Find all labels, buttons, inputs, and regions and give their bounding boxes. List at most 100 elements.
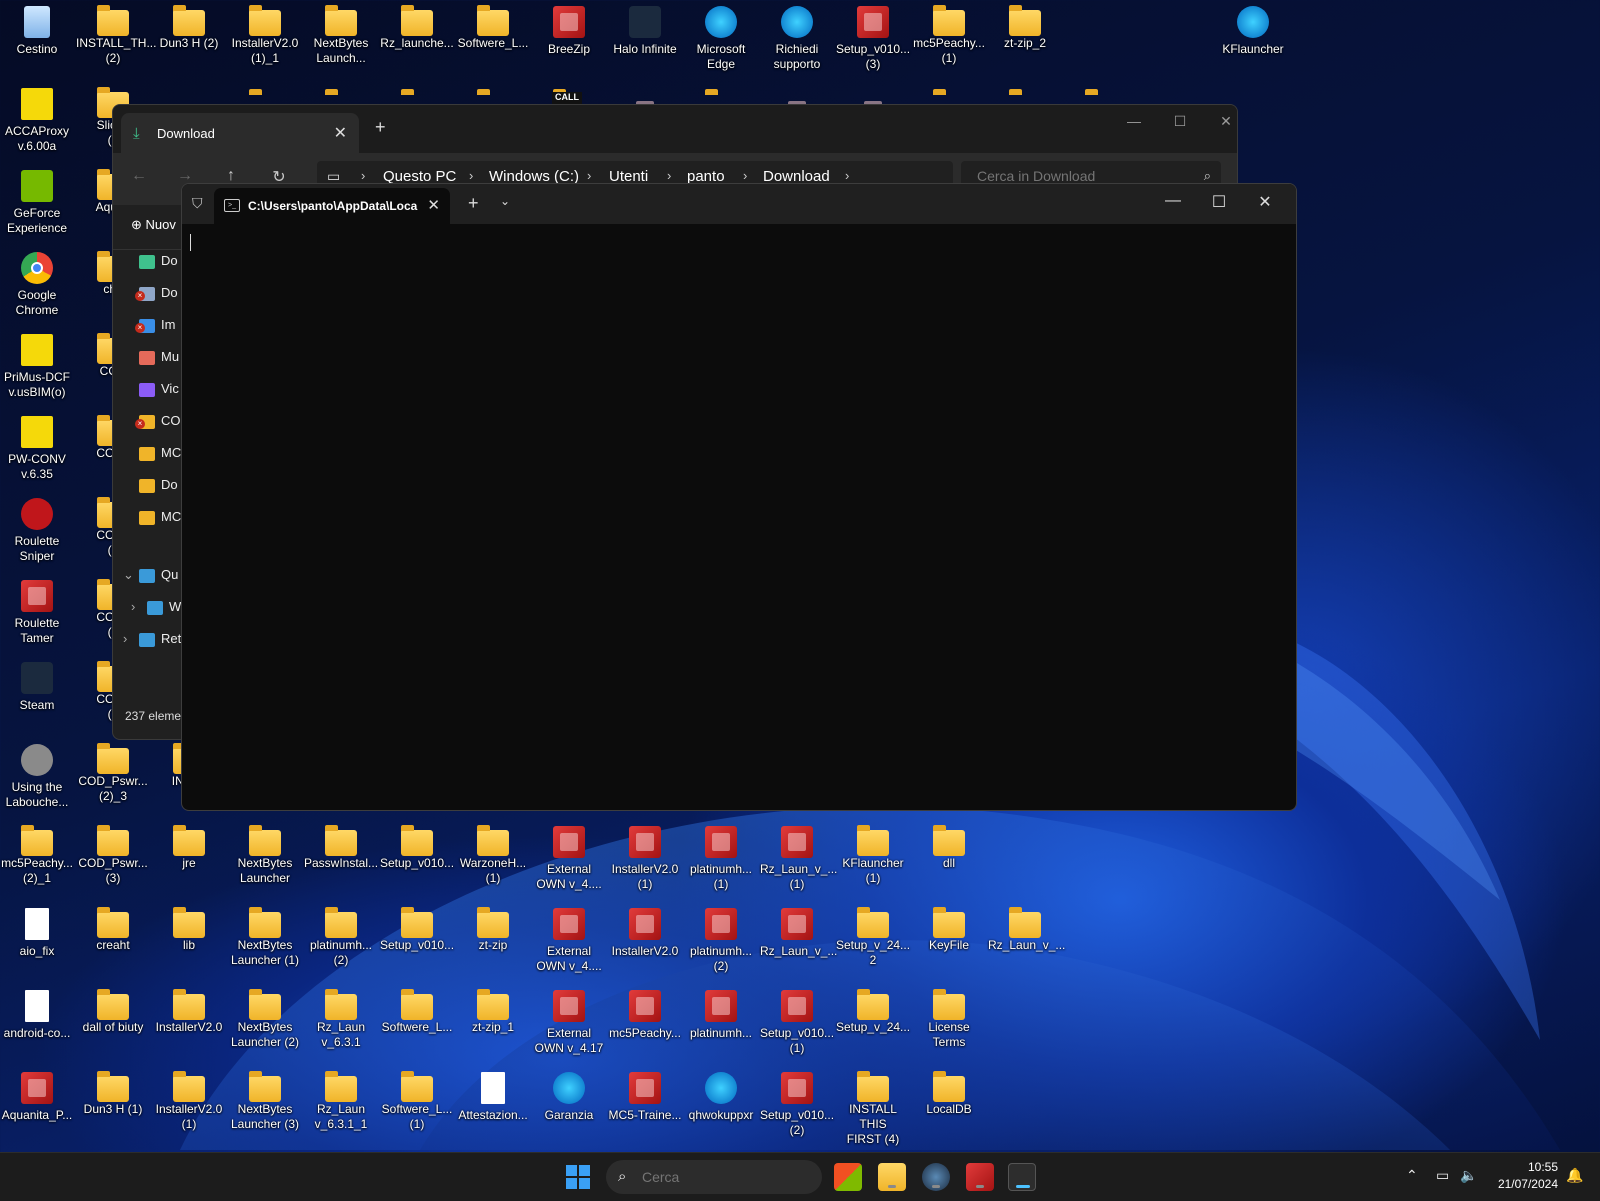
file-explorer-icon[interactable] xyxy=(878,1163,906,1191)
desktop-icon[interactable]: Setup_v_24... xyxy=(836,989,910,1035)
desktop-icon[interactable]: NextBytes Launcher (1) xyxy=(228,907,302,968)
desktop-icon[interactable]: Rz_Laun v_6.3.1_1 xyxy=(304,1071,378,1132)
terminal-tab[interactable]: >_ C:\Users\panto\AppData\Local ✕ xyxy=(214,188,450,224)
terminal-window[interactable]: ⛉ >_ C:\Users\panto\AppData\Local ✕ + ⌄ … xyxy=(181,183,1297,811)
desktop-icon[interactable]: INSTALL_TH... (2) xyxy=(76,5,156,66)
desktop-icon[interactable]: PW-CONV v.6.35 xyxy=(0,416,74,482)
desktop-icon[interactable]: PasswInstal... xyxy=(304,825,378,871)
desktop-icon[interactable]: Softwere_L... xyxy=(380,989,454,1035)
desktop-icon[interactable]: BreeZip xyxy=(532,6,606,57)
close-tab-icon[interactable]: ✕ xyxy=(334,123,347,143)
desktop-icon[interactable]: ACCAProxy v.6.00a xyxy=(0,88,74,154)
sidebar-item[interactable]: × Im xyxy=(135,317,175,337)
breadcrumb-separator-icon[interactable]: › xyxy=(361,168,365,183)
close-window-button[interactable]: ✕ xyxy=(1211,113,1237,130)
breadcrumb-separator-icon[interactable]: › xyxy=(845,168,849,183)
notification-bell-icon[interactable]: 🔔 xyxy=(1566,1167,1583,1184)
desktop-icon[interactable]: INSTALL THIS FIRST (4) xyxy=(836,1071,910,1147)
desktop-icon[interactable]: dall of biuty xyxy=(76,989,150,1035)
explorer-titlebar[interactable]: ⤓ Download ✕ + — ☐ ✕ xyxy=(113,105,1237,153)
desktop-icon[interactable]: mc5Peachy... xyxy=(608,990,682,1041)
desktop-icon[interactable]: Dun3 H (1) xyxy=(76,1071,150,1117)
desktop-icon[interactable]: KFlauncher xyxy=(1216,6,1290,57)
desktop-icon[interactable]: platinumh... (1) xyxy=(684,826,758,892)
desktop-icon[interactable]: Softwere_L... xyxy=(456,5,530,51)
desktop-icon[interactable]: External OWN v_4.17 xyxy=(532,990,606,1056)
desktop-icon[interactable]: Setup_v010... (3) xyxy=(836,6,910,72)
sidebar-item[interactable]: Do xyxy=(139,253,178,273)
desktop-icon[interactable]: lib xyxy=(152,907,226,953)
winrar-icon[interactable] xyxy=(966,1163,994,1191)
desktop-icon[interactable]: External OWN v_4.... xyxy=(532,908,606,974)
desktop-icon[interactable]: zt-zip_2 xyxy=(988,5,1062,51)
desktop-icon[interactable]: Dun3 H (2) xyxy=(152,5,226,51)
desktop-icon[interactable]: Rz_launche... xyxy=(380,5,454,51)
desktop-icon[interactable]: platinumh... xyxy=(684,990,758,1041)
desktop-icon[interactable]: Setup_v010... (1) xyxy=(760,990,834,1056)
minimize-button[interactable]: — xyxy=(1119,113,1149,129)
desktop-icon[interactable]: Rz_Laun_v_... xyxy=(988,907,1065,953)
desktop-icon[interactable]: Rz_Laun_v_... (1) xyxy=(760,826,837,892)
desktop-icon[interactable]: mc5Peachy... (1) xyxy=(912,5,986,66)
desktop-icon[interactable]: Roulette Tamer xyxy=(0,580,74,646)
desktop-icon[interactable]: zt-zip xyxy=(456,907,530,953)
back-button[interactable]: ← xyxy=(127,167,151,185)
sidebar-item[interactable]: MC xyxy=(139,509,181,529)
breadcrumb-separator-icon[interactable]: › xyxy=(667,168,671,183)
desktop-icon[interactable]: Halo Infinite xyxy=(608,6,682,57)
desktop-icon[interactable]: Setup_v_24... 2 xyxy=(836,907,910,968)
desktop-icon[interactable]: InstallerV2.0 (1)_1 xyxy=(228,5,302,66)
new-button[interactable]: ⊕ Nuov xyxy=(131,217,176,233)
terminal-icon[interactable] xyxy=(1008,1163,1036,1191)
desktop-icon[interactable]: InstallerV2.0 xyxy=(608,908,682,959)
desktop-icon[interactable]: Roulette Sniper xyxy=(0,498,74,564)
taskbar-search[interactable]: ⌕ xyxy=(606,1160,822,1194)
desktop-icon[interactable]: aio_fix xyxy=(0,908,74,959)
desktop-icon[interactable]: LocalDB xyxy=(912,1071,986,1117)
call-of-duty-icon[interactable]: CALL xyxy=(552,92,582,104)
sidebar-item[interactable]: × CO xyxy=(135,413,181,433)
desktop-icon[interactable]: Garanzia xyxy=(532,1072,606,1123)
desktop-icon[interactable]: Google Chrome xyxy=(0,252,74,318)
tree-item[interactable]: ⌄ Qu xyxy=(123,567,178,587)
sidebar-item[interactable]: Vic xyxy=(139,381,179,401)
desktop-icon[interactable]: Setup_v010... (2) xyxy=(760,1072,834,1138)
sidebar-item[interactable]: MC xyxy=(139,445,181,465)
text-cursor[interactable] xyxy=(190,234,191,251)
desktop-icon[interactable]: creaht xyxy=(76,907,150,953)
desktop-icon[interactable]: MC5-Traine... xyxy=(608,1072,682,1123)
close-tab-icon[interactable]: ✕ xyxy=(427,196,440,214)
breadcrumb-separator-icon[interactable]: › xyxy=(469,168,473,183)
desktop-icon[interactable]: NextBytes Launcher (2) xyxy=(228,989,302,1050)
network-icon[interactable]: ▭ xyxy=(1436,1167,1449,1184)
terminal-titlebar[interactable]: ⛉ >_ C:\Users\panto\AppData\Local ✕ + ⌄ … xyxy=(182,184,1296,224)
desktop-icon[interactable]: License Terms xyxy=(912,989,986,1050)
expand-chevron-icon[interactable]: › xyxy=(131,599,147,614)
desktop-icon[interactable]: WarzoneH... (1) xyxy=(456,825,530,886)
desktop-icon[interactable]: Aquanita_P... xyxy=(0,1072,74,1123)
desktop-icon[interactable]: jre xyxy=(152,825,226,871)
desktop-icon[interactable]: platinumh... (2) xyxy=(684,908,758,974)
desktop-icon[interactable]: Setup_v010... xyxy=(380,825,454,871)
desktop-icon[interactable]: External OWN v_4.... xyxy=(532,826,606,892)
desktop-icon[interactable]: Rz_Laun_v_... xyxy=(760,908,837,959)
desktop-icon[interactable]: platinumh... (2) xyxy=(304,907,378,968)
desktop-icon[interactable]: Microsoft Edge xyxy=(684,6,758,72)
desktop-icon[interactable]: Attestazion... xyxy=(456,1072,530,1123)
desktop-icon[interactable]: InstallerV2.0 (1) xyxy=(152,1071,226,1132)
tree-item[interactable]: › W xyxy=(131,599,181,619)
store-icon[interactable] xyxy=(834,1163,862,1191)
minimize-button[interactable]: — xyxy=(1158,192,1188,210)
maximize-button[interactable]: ☐ xyxy=(1165,113,1195,130)
breadcrumb-separator-icon[interactable]: › xyxy=(743,168,747,183)
new-tab-button[interactable]: + xyxy=(375,117,386,138)
desktop-icon[interactable]: Richiedi supporto xyxy=(760,6,834,72)
explorer-tab[interactable]: ⤓ Download ✕ xyxy=(121,113,359,153)
expand-chevron-icon[interactable]: ⌄ xyxy=(123,567,139,583)
desktop-icon[interactable]: Softwere_L... (1) xyxy=(380,1071,454,1132)
volume-icon[interactable]: 🔈 xyxy=(1460,1167,1477,1184)
chevron-up-icon[interactable]: ⌃ xyxy=(1406,1167,1418,1184)
desktop-icon[interactable]: NextBytes Launch... xyxy=(304,5,378,66)
steam-icon[interactable] xyxy=(922,1163,950,1191)
dropdown-icon[interactable]: ⌄ xyxy=(500,194,510,208)
